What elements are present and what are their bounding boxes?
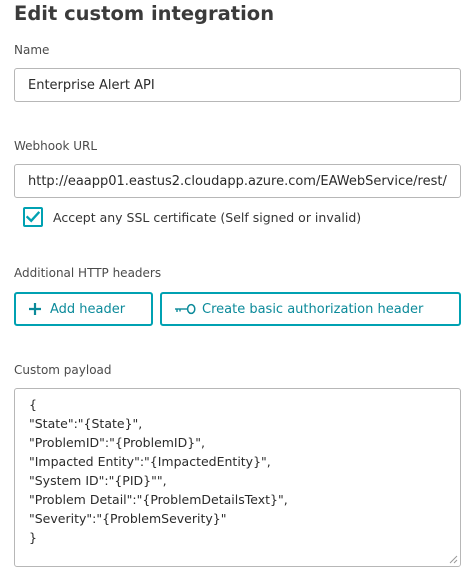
payload-line: "Severity":"{ProblemSeverity}" (29, 511, 227, 526)
add-header-label: Add header (50, 301, 126, 317)
add-header-button[interactable]: Add header (14, 292, 153, 326)
webhook-url-input[interactable] (14, 164, 461, 198)
payload-line: "Impacted Entity":"{ImpactedEntity}", (29, 454, 271, 469)
checkmark-icon (26, 211, 40, 223)
custom-payload-textarea[interactable]: { "State":"{State}", "ProblemID":"{Probl… (14, 388, 461, 567)
page-title: Edit custom integration (14, 2, 275, 25)
payload-line: "ProblemID":"{ProblemID}", (29, 435, 205, 450)
http-headers-label: Additional HTTP headers (14, 266, 162, 280)
key-icon (174, 303, 196, 315)
plus-icon (28, 302, 42, 316)
payload-line: "Problem Detail":"{ProblemDetailsText}", (29, 492, 288, 507)
custom-payload-label: Custom payload (14, 363, 112, 377)
name-label: Name (14, 43, 50, 57)
payload-line: "State":"{State}", (29, 416, 143, 431)
payload-line: } (29, 530, 37, 545)
webhook-url-label: Webhook URL (14, 139, 98, 153)
resize-grip-icon[interactable] (449, 555, 458, 564)
name-input[interactable] (14, 68, 461, 102)
ssl-checkbox[interactable] (23, 207, 43, 227)
payload-line: { (29, 397, 37, 412)
create-basic-auth-header-button[interactable]: Create basic authorization header (160, 292, 461, 326)
ssl-checkbox-label: Accept any SSL certificate (Self signed … (53, 209, 362, 225)
basic-auth-label: Create basic authorization header (202, 301, 424, 317)
ssl-checkbox-row[interactable]: Accept any SSL certificate (Self signed … (23, 205, 361, 229)
payload-line: "System ID":"{PID}"", (29, 473, 167, 488)
